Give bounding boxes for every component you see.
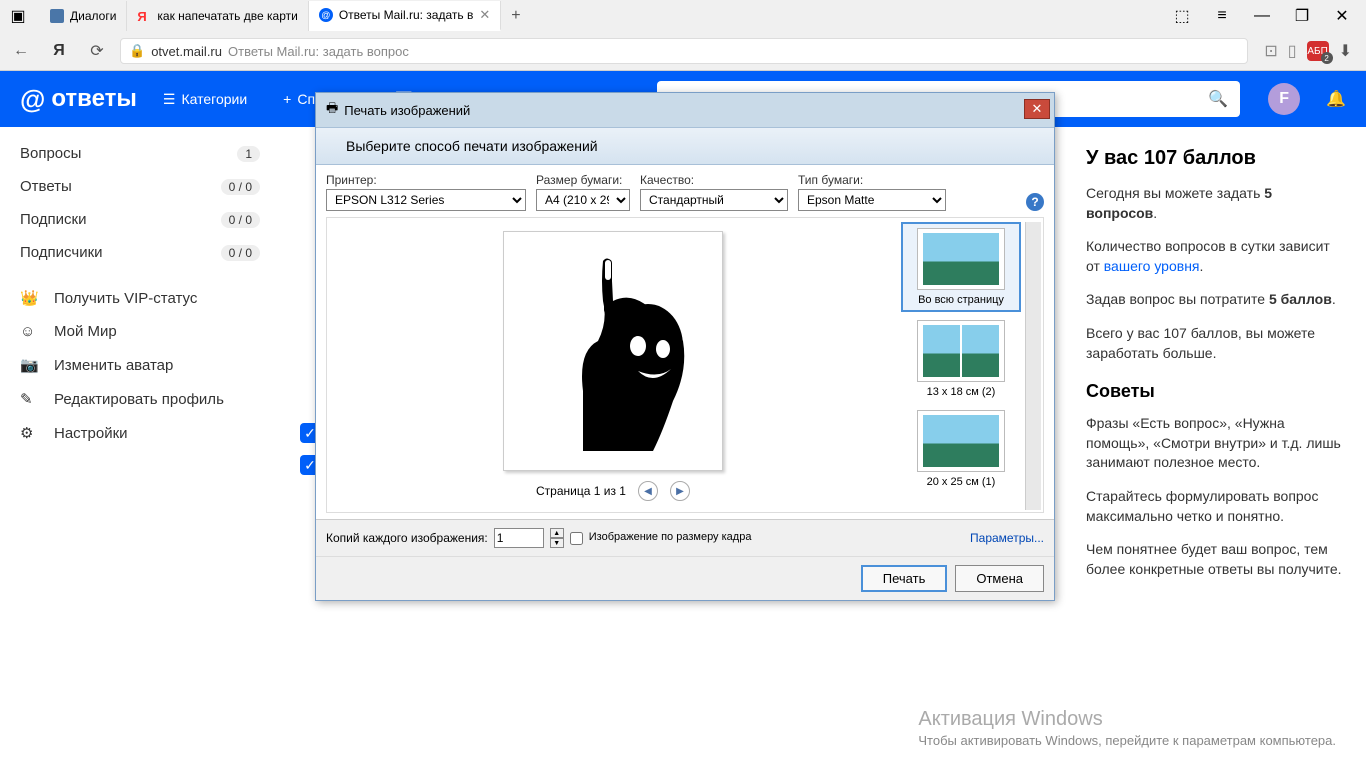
sidebar-item-answers[interactable]: Ответы0 / 0 xyxy=(0,170,280,203)
camera-icon: 📷 xyxy=(20,356,42,374)
layout-20x25[interactable]: 20 x 25 см (1) xyxy=(901,406,1021,492)
prev-page-button[interactable]: ◀ xyxy=(638,481,658,501)
close-icon[interactable]: ✕ xyxy=(479,7,490,23)
sidebar-link-settings[interactable]: ⚙Настройки xyxy=(0,416,280,450)
bell-icon[interactable]: 🔔 xyxy=(1326,89,1346,109)
params-link[interactable]: Параметры... xyxy=(970,531,1044,545)
copies-down[interactable]: ▼ xyxy=(550,538,564,548)
papertype-select[interactable]: Epson Matte xyxy=(798,189,946,211)
yandex-home-icon[interactable]: Я xyxy=(44,36,74,66)
sidebar-link-editprofile[interactable]: ✎Редактировать профиль xyxy=(0,382,280,416)
preview-image xyxy=(523,251,703,451)
vk-icon xyxy=(50,9,64,23)
papersize-select[interactable]: A4 (210 x 297 xyxy=(536,189,630,211)
search-icon[interactable]: 🔍 xyxy=(1208,89,1228,109)
minimize-icon[interactable]: — xyxy=(1242,2,1282,30)
layout-fullpage[interactable]: Во всю страницу xyxy=(901,222,1021,312)
fit-label: Изображение по размеру кадра xyxy=(589,531,752,544)
sidebar-link-avatar[interactable]: 📷Изменить аватар xyxy=(0,348,280,382)
gear-icon: ⚙ xyxy=(20,424,42,442)
sidebar-link-mymir[interactable]: ☺Мой Мир xyxy=(0,315,280,348)
windows-activation-watermark: Активация Windows Чтобы активировать Win… xyxy=(918,708,1336,748)
close-window-icon[interactable]: ✕ xyxy=(1322,2,1362,30)
address-bar[interactable]: 🔒 otvet.mail.ru Ответы Mail.ru: задать в… xyxy=(120,38,1248,64)
crown-icon: 👑 xyxy=(20,289,42,307)
sidebar: Вопросы1 Ответы0 / 0 Подписки0 / 0 Подпи… xyxy=(0,127,280,769)
points-heading: У вас 107 баллов xyxy=(1086,147,1346,170)
papersize-label: Размер бумаги: xyxy=(536,173,630,187)
reader-icon[interactable]: ⊡ xyxy=(1264,41,1277,61)
printer-label: Принтер: xyxy=(326,173,526,187)
back-button[interactable]: ← xyxy=(6,36,36,66)
layout-13x18[interactable]: 13 x 18 см (2) xyxy=(901,316,1021,402)
layout-scrollbar[interactable] xyxy=(1025,222,1041,510)
tab-label: Диалоги xyxy=(70,9,116,23)
level-link[interactable]: вашего уровня xyxy=(1104,258,1200,274)
right-panel: У вас 107 баллов Сегодня вы можете задат… xyxy=(1066,127,1366,769)
preview-page xyxy=(503,231,723,471)
maximize-icon[interactable]: ❐ xyxy=(1282,2,1322,30)
logo[interactable]: @ ответы xyxy=(20,84,137,115)
copies-input[interactable] xyxy=(494,528,544,548)
tab-mailru-active[interactable]: @ Ответы Mail.ru: задать в ✕ xyxy=(309,1,501,31)
nav-categories[interactable]: ☰Категории xyxy=(153,91,257,108)
list-icon: ☰ xyxy=(163,91,176,108)
new-tab-button[interactable]: + xyxy=(501,7,530,25)
tab-dialogi[interactable]: Диалоги xyxy=(40,1,127,31)
logo-text: ответы xyxy=(51,85,137,113)
tab-label: как напечатать две карти xyxy=(157,9,297,23)
bookmark-icon[interactable]: ▯ xyxy=(1288,41,1297,61)
avatar[interactable]: F xyxy=(1268,83,1300,115)
quality-select[interactable]: Стандартный xyxy=(640,189,788,211)
tab-yandex-search[interactable]: Я как напечатать две карти xyxy=(127,1,308,31)
papertype-label: Тип бумаги: xyxy=(798,173,946,187)
fit-checkbox[interactable] xyxy=(570,532,583,545)
print-icon: 🖶 xyxy=(326,99,338,121)
extension-badge[interactable]: АБП2 xyxy=(1307,41,1329,61)
copies-up[interactable]: ▲ xyxy=(550,528,564,538)
lock-icon: 🔒 xyxy=(129,43,145,59)
smile-icon: ☺ xyxy=(20,323,42,340)
sidebar-toggle-icon[interactable]: ▣ xyxy=(4,2,32,30)
layout-list: Во всю страницу 13 x 18 см (2) 20 x 25 с… xyxy=(901,222,1021,510)
edit-icon: ✎ xyxy=(20,390,42,408)
sidebar-item-questions[interactable]: Вопросы1 xyxy=(0,137,280,170)
page-indicator: Страница 1 из 1 xyxy=(536,484,626,498)
help-icon[interactable]: ? xyxy=(1026,193,1044,211)
pocket-icon[interactable]: ⬚ xyxy=(1162,2,1202,30)
printer-select[interactable]: EPSON L312 Series xyxy=(326,189,526,211)
tips-heading: Советы xyxy=(1086,381,1346,402)
at-icon: @ xyxy=(20,84,45,115)
print-dialog: 🖶 Печать изображений ✕ Выберите способ п… xyxy=(315,92,1055,601)
sidebar-item-subscriptions[interactable]: Подписки0 / 0 xyxy=(0,203,280,236)
dialog-banner: Выберите способ печати изображений xyxy=(316,127,1054,165)
print-button[interactable]: Печать xyxy=(861,565,948,592)
mailru-icon: @ xyxy=(319,8,333,22)
tab-strip: Диалоги Я как напечатать две карти @ Отв… xyxy=(40,1,1162,31)
dialog-title: Печать изображений xyxy=(344,103,470,118)
close-dialog-button[interactable]: ✕ xyxy=(1024,99,1050,119)
sidebar-link-vip[interactable]: 👑Получить VIP-статус xyxy=(0,281,280,315)
url-title: Ответы Mail.ru: задать вопрос xyxy=(228,44,409,59)
sidebar-item-followers[interactable]: Подписчики0 / 0 xyxy=(0,236,280,269)
copies-label: Копий каждого изображения: xyxy=(326,531,488,545)
tab-label: Ответы Mail.ru: задать в xyxy=(339,8,474,22)
cancel-button[interactable]: Отмена xyxy=(955,565,1044,592)
url-domain: otvet.mail.ru xyxy=(151,44,222,59)
reload-button[interactable]: ⟳ xyxy=(82,36,112,66)
plus-icon: + xyxy=(283,91,291,107)
next-page-button[interactable]: ▶ xyxy=(670,481,690,501)
downloads-icon[interactable]: ⬇ xyxy=(1339,41,1352,61)
menu-icon[interactable]: ≡ xyxy=(1202,2,1242,30)
yandex-icon: Я xyxy=(137,9,151,23)
quality-label: Качество: xyxy=(640,173,788,187)
